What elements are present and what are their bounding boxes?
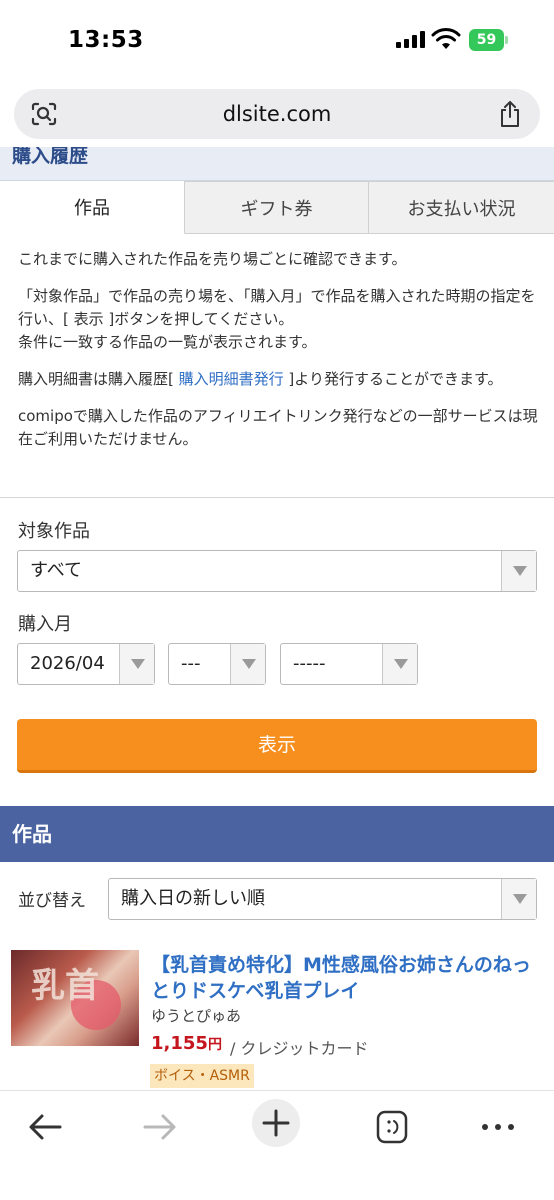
item-author[interactable]: ゆうとぴゅあ — [151, 1005, 241, 1026]
back-icon[interactable] — [26, 1105, 64, 1149]
description-p2b-text: 条件に一致する作品の一覧が表示されます。 — [18, 333, 317, 351]
item-price-value: 1,155 — [151, 1033, 208, 1054]
chevron-down-icon — [501, 551, 536, 591]
plus-icon[interactable] — [252, 1099, 300, 1147]
tab-gift-cards[interactable]: ギフト券 — [185, 181, 369, 234]
tab-payment-status[interactable]: お支払い状況 — [369, 181, 554, 234]
item-price: 1,155円 — [151, 1033, 222, 1054]
item-thumbnail[interactable]: 乳首 — [11, 950, 139, 1046]
sort-label: 並び替え — [18, 891, 86, 911]
month-label: 購入月 — [18, 614, 72, 635]
browser-toolbar — [0, 1090, 554, 1200]
chevron-down-icon — [119, 644, 154, 684]
tab-works[interactable]: 作品 — [0, 181, 185, 234]
year-month-select[interactable]: 2026/04 — [17, 643, 155, 685]
year-month-value: 2026/04 — [30, 653, 105, 674]
more-icon[interactable] — [480, 1105, 516, 1149]
page-title: 購入履歴 — [12, 147, 89, 167]
history-tabs: 作品 ギフト券 お支払い状況 — [0, 181, 554, 234]
item-price-unit: 円 — [207, 1037, 222, 1053]
target-select-value: すべて — [30, 560, 83, 581]
description-p3-before: 購入明細書は購入履歴[ — [18, 370, 179, 388]
thumbnail-lettering: 乳首 — [31, 966, 99, 1006]
description-p3: 購入明細書は購入履歴[ 購入明細書発行 ]より発行することができます。 — [18, 368, 538, 391]
extra-select[interactable]: ----- — [280, 643, 418, 685]
share-icon[interactable] — [498, 100, 522, 128]
invoice-link[interactable]: 購入明細書発行 — [179, 370, 284, 388]
extra-select-value: ----- — [293, 653, 326, 674]
target-select[interactable]: すべて — [17, 550, 537, 592]
status-time: 13:53 — [68, 27, 144, 53]
description-p2: 「対象作品」で作品の売り場を、「購入月」で作品を購入された時期の指定を行い、[ … — [18, 285, 538, 354]
day-select-value: --- — [181, 653, 201, 674]
status-bar: 13:53 59 — [0, 0, 554, 82]
battery-icon: 59 — [469, 29, 508, 51]
forward-icon[interactable] — [141, 1105, 179, 1149]
battery-level: 59 — [469, 29, 504, 51]
item-tag: ボイス・ASMR — [150, 1064, 254, 1088]
address-bar[interactable]: dlsite.com — [14, 89, 540, 139]
divider — [0, 497, 554, 498]
description-p3-after: ]より発行することができます。 — [283, 370, 503, 388]
chevron-down-icon — [501, 879, 536, 919]
description: これまでに購入された作品を売り場ごとに確認できます。 「対象作品」で作品の売り場… — [18, 248, 538, 465]
description-p2-text: 「対象作品」で作品の売り場を、「購入月」で作品を購入された時期の指定を行い、[ … — [18, 287, 536, 328]
sort-select-value: 購入日の新しい順 — [121, 888, 265, 909]
page-header: 購入履歴 — [0, 147, 554, 181]
show-button[interactable]: 表示 — [17, 719, 537, 773]
chevron-down-icon — [382, 644, 417, 684]
works-section-header: 作品 — [0, 806, 554, 862]
description-p4: comipoで購入した作品のアフィリエイトリンク発行などの一部サービスは現在ご利… — [18, 407, 538, 448]
item-title[interactable]: 【乳首責め特化】M性感風俗お姉さんのねっとりドスケベ乳首プレイ — [151, 952, 541, 1004]
signal-icon — [396, 31, 425, 48]
lens-icon[interactable] — [30, 101, 58, 127]
tabs-icon[interactable] — [375, 1105, 409, 1149]
item-payment: / クレジットカード — [230, 1039, 369, 1058]
day-select[interactable]: --- — [168, 643, 266, 685]
chevron-down-icon — [230, 644, 265, 684]
target-label: 対象作品 — [18, 521, 90, 542]
description-p1: これまでに購入された作品を売り場ごとに確認できます。 — [18, 250, 407, 268]
wifi-icon — [431, 28, 461, 49]
url-text[interactable]: dlsite.com — [14, 89, 540, 139]
sort-select[interactable]: 購入日の新しい順 — [108, 878, 537, 920]
